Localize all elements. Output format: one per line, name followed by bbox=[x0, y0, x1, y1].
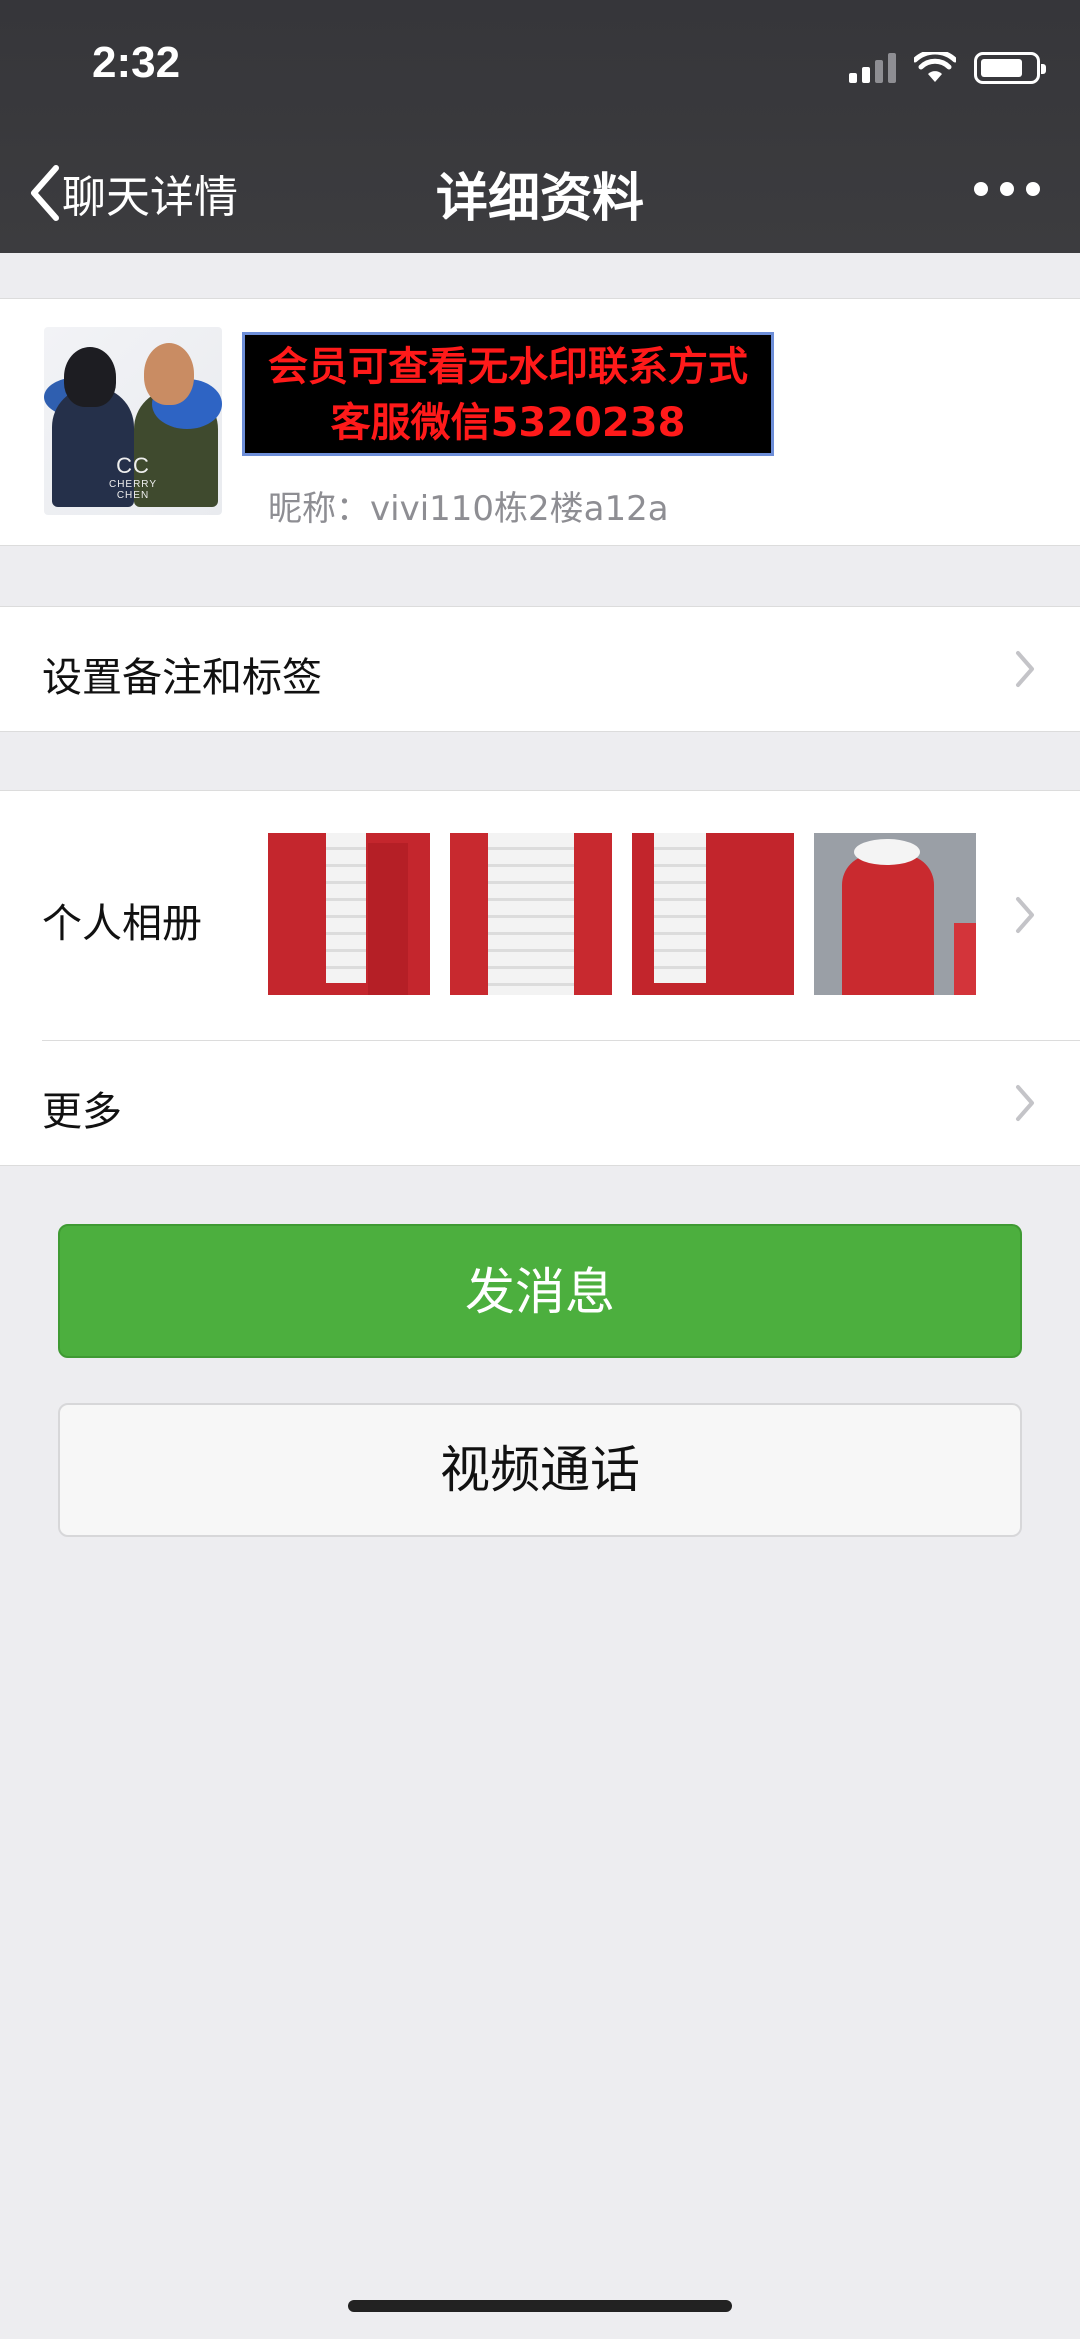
status-time: 2:32 bbox=[92, 38, 181, 87]
album-photo bbox=[814, 833, 976, 995]
status-icons bbox=[849, 48, 1046, 88]
album-row[interactable]: 个人相册 bbox=[42, 791, 1080, 1041]
video-call-button[interactable]: 视频通话 bbox=[58, 1403, 1022, 1537]
album-photo bbox=[450, 833, 612, 995]
album-group: 个人相册 更多 bbox=[0, 790, 1080, 1166]
watermark-line-1: 会员可查看无水印联系方式 bbox=[268, 344, 748, 390]
remarks-label: 设置备注和标签 bbox=[42, 655, 322, 701]
remarks-group: 设置备注和标签 bbox=[0, 606, 1080, 732]
top-header: 2:32 聊天详情 详细资料 bbox=[0, 0, 1080, 253]
profile-card: CC CHERRY CHEN 会员可查看无水印联系方式 客服微信5320238 … bbox=[0, 298, 1080, 546]
avatar-logo: CC CHERRY CHEN bbox=[108, 453, 158, 501]
chevron-right-icon bbox=[1016, 1085, 1034, 1121]
home-indicator[interactable] bbox=[348, 2300, 732, 2312]
send-message-button[interactable]: 发消息 bbox=[58, 1224, 1022, 1358]
avatar[interactable]: CC CHERRY CHEN bbox=[44, 327, 222, 515]
more-row[interactable]: 更多 bbox=[0, 1041, 1080, 1165]
album-thumbnails bbox=[268, 833, 976, 995]
album-photo bbox=[632, 833, 794, 995]
chevron-right-icon bbox=[1016, 651, 1034, 687]
remarks-row[interactable]: 设置备注和标签 bbox=[0, 607, 1080, 731]
page-title: 详细资料 bbox=[435, 169, 644, 229]
more-label: 更多 bbox=[42, 1089, 122, 1135]
nickname: 昵称：vivi110栋2楼a12a bbox=[268, 489, 669, 529]
battery-icon bbox=[974, 52, 1046, 84]
chevron-right-icon bbox=[1016, 897, 1034, 933]
watermark-line-2: 客服微信5320238 bbox=[330, 400, 686, 446]
album-label: 个人相册 bbox=[42, 901, 202, 947]
watermark-overlay: 会员可查看无水印联系方式 客服微信5320238 bbox=[242, 332, 774, 456]
signal-icon bbox=[849, 53, 896, 83]
album-photo bbox=[268, 833, 430, 995]
more-dots-icon[interactable] bbox=[974, 182, 1040, 196]
wifi-icon bbox=[914, 52, 956, 82]
